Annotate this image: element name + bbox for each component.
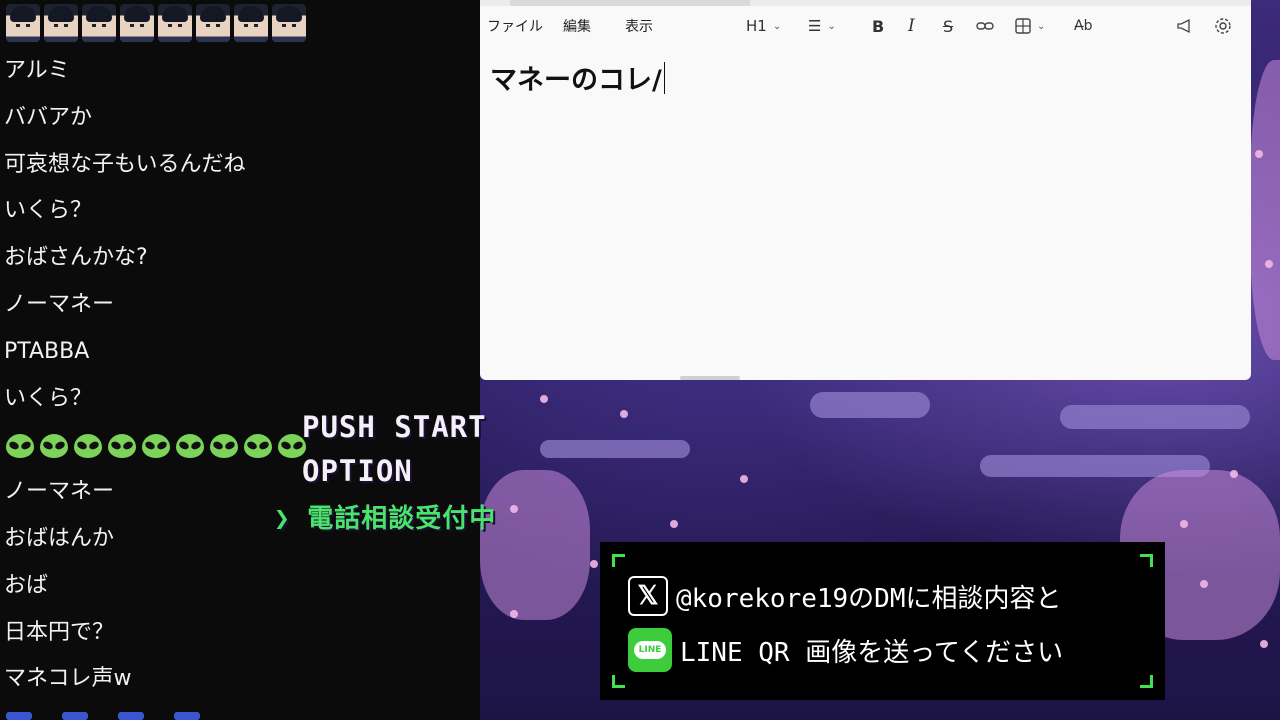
heading-dropdown[interactable]: H1 ⌄	[746, 16, 781, 36]
petal	[1255, 150, 1263, 158]
face-emote	[120, 4, 154, 42]
chat-message: 日本円で？	[4, 619, 115, 645]
line-logo-icon: LINE	[628, 628, 672, 672]
cloud	[1060, 405, 1250, 429]
alien-icon	[40, 433, 68, 458]
chevron-down-icon: ⌄	[772, 20, 782, 32]
emote-fragment	[118, 712, 144, 720]
chat-message: PTABBA	[4, 338, 90, 364]
cloud	[540, 440, 690, 458]
face-emote	[82, 4, 116, 42]
face-emote	[272, 4, 306, 42]
petal	[1200, 580, 1208, 588]
cherry-tree	[1250, 60, 1280, 360]
face-emote	[196, 4, 230, 42]
text-editor[interactable]: マネーのコレ/	[490, 58, 665, 97]
menu-option[interactable]: OPTION	[302, 454, 413, 488]
italic-button[interactable]: I	[908, 16, 915, 36]
alien-icon	[142, 433, 170, 458]
chat-message: 可哀想な子もいるんだね	[4, 151, 246, 177]
table-icon	[1015, 18, 1031, 34]
table-dropdown[interactable]: ⌄	[1015, 16, 1045, 36]
face-emote	[234, 4, 268, 42]
menu-view[interactable]: 表示	[625, 16, 653, 36]
emote-fragment	[174, 712, 200, 720]
strikethrough-button[interactable]: S	[943, 16, 953, 36]
face-emote	[6, 4, 40, 42]
chat-panel: アルミ ババアか 可哀想な子もいるんだね いくら？ おばさんかな? ノーマネー …	[0, 0, 480, 720]
tab-strip	[480, 0, 1251, 6]
megaphone-icon[interactable]	[1176, 16, 1194, 36]
face-emote	[44, 4, 78, 42]
spellcheck-icon[interactable]: A̶b	[1074, 16, 1092, 36]
petal	[510, 505, 518, 513]
chevron-down-icon: ⌄	[827, 20, 836, 32]
petal	[1265, 260, 1273, 268]
alien-icon	[6, 433, 34, 458]
alien-icon	[74, 433, 102, 458]
emote-fragment	[6, 712, 32, 720]
petal	[1260, 640, 1268, 648]
alien-icon	[244, 433, 272, 458]
alien-emote-row	[4, 422, 306, 469]
link-icon[interactable]	[976, 16, 994, 36]
chevron-down-icon: ⌄	[1037, 20, 1046, 32]
petal	[740, 475, 748, 483]
emote-fragment	[62, 712, 88, 720]
info-text-line: LINE QR 画像を送ってください	[680, 637, 1064, 668]
alien-icon	[176, 433, 204, 458]
alien-icon	[108, 433, 136, 458]
petal	[1230, 470, 1238, 478]
menu-edit[interactable]: 編集	[563, 16, 591, 36]
info-text-dm: @korekore19のDMに相談内容と	[676, 583, 1062, 614]
petal	[510, 610, 518, 618]
cloud	[810, 392, 930, 418]
emote-row	[6, 4, 306, 44]
info-line-line: LINE LINE QR 画像を送ってください	[628, 628, 1063, 672]
chat-message: いくら？	[4, 198, 93, 224]
bold-button[interactable]: B	[872, 16, 884, 36]
menu-bar: ファイル 編集 表示 H1 ⌄ ☰ ⌄ B I S ⌄ A̶b	[480, 8, 1251, 40]
chat-message: おば	[4, 572, 49, 598]
chat-message: マネコレ声w	[4, 666, 132, 692]
gear-icon[interactable]	[1214, 16, 1232, 36]
menu-file[interactable]: ファイル	[487, 16, 543, 36]
chat-message-list: アルミ ババアか 可哀想な子もいるんだね いくら？ おばさんかな? ノーマネー …	[4, 48, 306, 703]
editor-text: マネーのコレ/	[490, 65, 662, 96]
petal	[590, 560, 598, 568]
petal	[540, 395, 548, 403]
chat-message: ノーマネー	[4, 479, 115, 505]
corner-bracket	[612, 675, 625, 688]
menu-push-start[interactable]: PUSH START	[302, 410, 487, 444]
petal	[620, 410, 628, 418]
petal	[1180, 520, 1188, 528]
cherry-tree	[480, 470, 590, 620]
info-box: 𝕏 @korekore19のDMに相談内容と LINE LINE QR 画像を送…	[600, 542, 1165, 700]
chat-message: いくら？	[4, 385, 93, 411]
corner-bracket	[1140, 675, 1153, 688]
info-line-dm: 𝕏 @korekore19のDMに相談内容と	[628, 576, 1062, 616]
face-emote	[158, 4, 192, 42]
chat-message: おばはんか	[4, 525, 115, 551]
scroll-indicator[interactable]	[680, 376, 740, 380]
chat-message: ババアか	[4, 104, 93, 130]
alien-icon	[210, 433, 238, 458]
chat-message: おばさんかな?	[4, 245, 148, 271]
partial-emote-row	[6, 712, 200, 720]
list-icon: ☰	[808, 17, 822, 35]
list-dropdown[interactable]: ☰ ⌄	[808, 16, 836, 36]
notepad-window: ファイル 編集 表示 H1 ⌄ ☰ ⌄ B I S ⌄ A̶b マネーのコレ/	[480, 0, 1251, 380]
corner-bracket	[612, 554, 625, 567]
text-caret	[663, 61, 665, 94]
x-logo-icon: 𝕏	[628, 576, 668, 616]
chat-message: アルミ	[4, 58, 70, 83]
chat-message: ノーマネー	[4, 291, 115, 317]
corner-bracket	[1140, 554, 1153, 567]
heading-label: H1	[746, 17, 767, 35]
menu-phone-consultation[interactable]: ❯ 電話相談受付中	[274, 498, 496, 535]
petal	[670, 520, 678, 528]
